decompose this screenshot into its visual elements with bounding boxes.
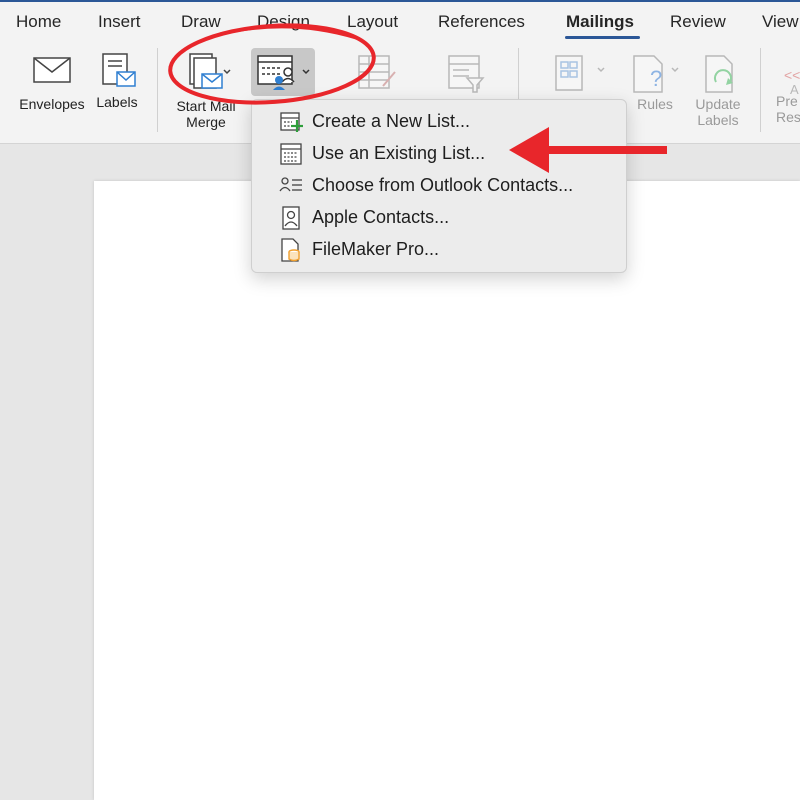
tab-draw[interactable]: Draw — [181, 12, 221, 32]
menu-item-label: Use an Existing List... — [312, 143, 486, 163]
preview-label-line1: Pre — [776, 93, 798, 109]
preview-icon: << A — [784, 67, 800, 97]
update-labels-icon — [705, 55, 733, 93]
menu-item-create-new-list[interactable]: Create a New List... — [252, 106, 626, 136]
envelope-icon — [33, 57, 71, 83]
menu-item-label: FileMaker Pro... — [312, 239, 440, 259]
start-mail-merge-button[interactable]: Start Mail Merge — [170, 52, 242, 130]
tab-home[interactable]: Home — [16, 12, 61, 32]
envelopes-label: Envelopes — [19, 96, 85, 112]
menu-item-filemaker-pro[interactable]: FileMaker Pro... — [252, 234, 626, 264]
select-recipients-menu: Create a New List... Use an Existing Lis… — [251, 99, 627, 273]
update-labels-label-line2: Labels — [697, 112, 739, 128]
menu-item-use-existing-list[interactable]: Use an Existing List... — [252, 138, 626, 168]
insert-merge-field-button[interactable] — [546, 54, 610, 94]
labels-label: Labels — [96, 94, 138, 110]
ribbon-tab-bar: Home Insert Draw Design Layout Reference… — [0, 2, 800, 40]
mail-merge-icon — [189, 53, 231, 89]
menu-item-label: Create a New List... — [312, 111, 471, 131]
tab-mailings[interactable]: Mailings — [566, 12, 634, 32]
start-mail-merge-label-line1: Start Mail — [176, 98, 236, 114]
start-mail-merge-label-line2: Merge — [186, 114, 226, 130]
rules-icon: ? — [633, 55, 679, 93]
recipients-list-icon — [257, 55, 310, 90]
menu-item-label: Apple Contacts... — [312, 207, 450, 227]
document-page[interactable] — [94, 181, 800, 800]
select-recipients-button[interactable] — [251, 48, 315, 96]
new-list-icon — [280, 112, 303, 132]
menu-item-outlook-contacts[interactable]: Choose from Outlook Contacts... — [252, 170, 626, 200]
merge-field-icon — [555, 55, 605, 91]
ribbon-separator — [157, 48, 158, 132]
svg-text:<<: << — [784, 67, 800, 83]
svg-text:?: ? — [650, 66, 662, 91]
tab-view[interactable]: View — [762, 12, 799, 32]
existing-list-icon — [280, 143, 302, 165]
tab-insert[interactable]: Insert — [98, 12, 141, 32]
envelopes-button[interactable]: Envelopes — [14, 54, 90, 112]
labels-icon — [102, 53, 136, 87]
edit-recipient-list-button[interactable] — [350, 52, 400, 94]
preview-results-button[interactable]: << A Pre Res — [776, 54, 800, 125]
tab-design[interactable]: Design — [257, 12, 310, 32]
rules-label: Rules — [637, 96, 673, 112]
active-tab-indicator — [565, 36, 640, 39]
preview-label-line2: Res — [776, 109, 800, 125]
contact-card-icon — [282, 206, 300, 230]
contacts-list-icon — [279, 177, 302, 192]
labels-button[interactable]: Labels — [92, 52, 142, 110]
tab-layout[interactable]: Layout — [347, 12, 398, 32]
rules-button[interactable]: ? Rules — [626, 54, 684, 112]
edit-list-icon — [358, 55, 396, 89]
filter-recipients-button[interactable] — [440, 52, 490, 94]
filter-icon — [448, 55, 485, 93]
menu-item-apple-contacts[interactable]: Apple Contacts... — [252, 202, 626, 232]
tab-references[interactable]: References — [438, 12, 525, 32]
update-labels-button[interactable]: Update Labels — [690, 54, 746, 128]
ribbon-separator — [760, 48, 761, 132]
menu-item-label: Choose from Outlook Contacts... — [312, 175, 574, 195]
filemaker-icon — [281, 238, 300, 262]
update-labels-label-line1: Update — [695, 96, 741, 112]
tab-review[interactable]: Review — [670, 12, 726, 32]
